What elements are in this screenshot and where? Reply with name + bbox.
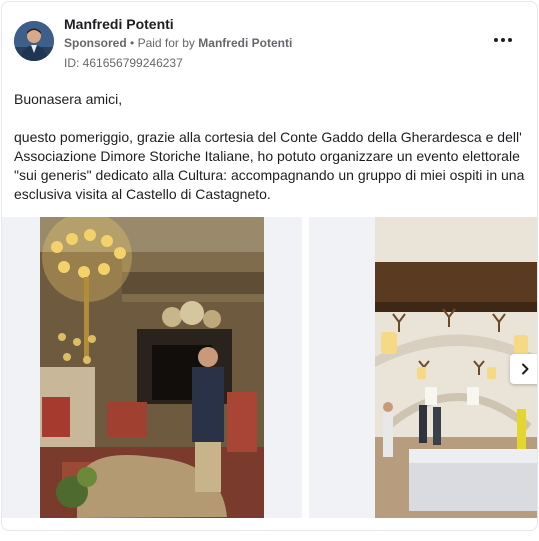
post-paragraph: questo pomeriggio, grazie alla cortesia … — [14, 129, 525, 202]
dot-separator: • — [130, 36, 138, 50]
more-horizontal-icon — [494, 38, 498, 42]
sponsored-line: Sponsored • Paid for by Manfredi Potenti — [64, 36, 292, 50]
carousel-next-button[interactable] — [510, 354, 537, 384]
image-carousel — [2, 217, 537, 518]
chevron-right-icon — [522, 363, 529, 375]
avatar[interactable] — [14, 21, 54, 61]
sponsored-label: Sponsored — [64, 36, 127, 50]
post-text: Buonasera amici, questo pomeriggio, graz… — [14, 90, 529, 204]
carousel-image-1[interactable] — [2, 217, 302, 518]
post-header: Manfredi Potenti Sponsored • Paid for by… — [14, 14, 525, 74]
carousel-image-2[interactable] — [309, 217, 537, 518]
more-options-button[interactable] — [489, 28, 517, 52]
post-paragraph: Buonasera amici, — [14, 91, 123, 107]
paid-for-prefix: Paid for by — [137, 36, 195, 50]
author-name[interactable]: Manfredi Potenti — [64, 16, 174, 32]
ad-id: ID: 461656799246237 — [64, 56, 183, 70]
ad-post-card: Manfredi Potenti Sponsored • Paid for by… — [1, 1, 538, 531]
paid-for-name[interactable]: Manfredi Potenti — [198, 36, 292, 50]
